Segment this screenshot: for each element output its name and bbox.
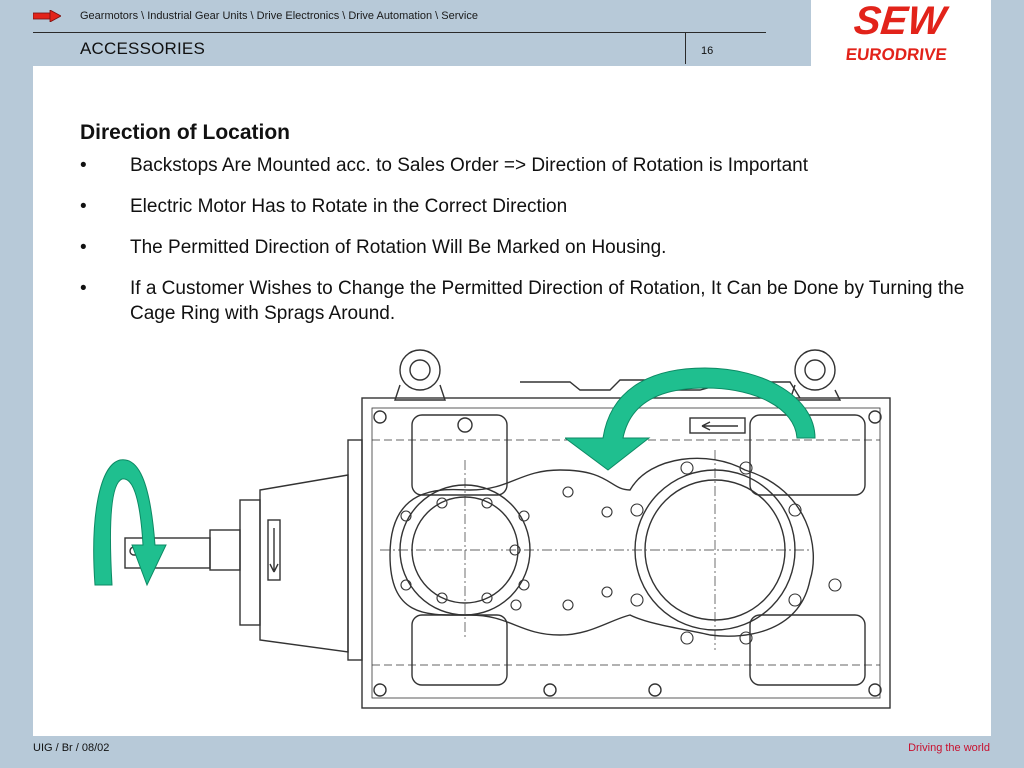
bullet-text: If a Customer Wishes to Change the Permi… xyxy=(130,278,965,324)
page-number: 16 xyxy=(701,45,714,57)
footer-slogan: Driving the world xyxy=(908,742,990,754)
footer-reference: UIG / Br / 08/02 xyxy=(33,742,110,754)
bullet-marker: • xyxy=(80,278,87,299)
bullet-list: • Backstops Are Mounted acc. to Sales Or… xyxy=(80,153,985,342)
bullet-text: The Permitted Direction of Rotation Will… xyxy=(130,237,667,258)
page-heading: Direction of Location xyxy=(80,121,290,144)
breadcrumb: Gearmotors \ Industrial Gear Units \ Dri… xyxy=(80,10,478,22)
bullet-marker: • xyxy=(80,155,87,176)
bullet-item: • If a Customer Wishes to Change the Per… xyxy=(80,276,985,326)
bullet-marker: • xyxy=(80,196,87,217)
bullet-text: Electric Motor Has to Rotate in the Corr… xyxy=(130,196,568,217)
section-title: ACCESSORIES xyxy=(80,39,206,58)
bullet-item: • Backstops Are Mounted acc. to Sales Or… xyxy=(80,153,985,178)
arrow-right-icon xyxy=(33,10,61,22)
svg-text:SEW: SEW xyxy=(852,0,951,43)
header-divider xyxy=(33,32,766,33)
svg-text:EURODRIVE: EURODRIVE xyxy=(845,45,948,64)
header-separator xyxy=(685,33,686,64)
rotation-arrow-shaft-icon xyxy=(93,459,167,587)
bullet-item: • Electric Motor Has to Rotate in the Co… xyxy=(80,194,985,219)
bullet-marker: • xyxy=(80,237,87,258)
lifting-eye-left xyxy=(394,349,446,401)
sew-eurodrive-logo: SEW EURODRIVE xyxy=(845,0,951,64)
slide: Gearmotors \ Industrial Gear Units \ Dri… xyxy=(0,0,1024,768)
bullet-item: • The Permitted Direction of Rotation Wi… xyxy=(80,235,985,260)
rotation-arrow-housing-icon xyxy=(565,367,816,471)
bullet-text: Backstops Are Mounted acc. to Sales Orde… xyxy=(130,155,808,176)
